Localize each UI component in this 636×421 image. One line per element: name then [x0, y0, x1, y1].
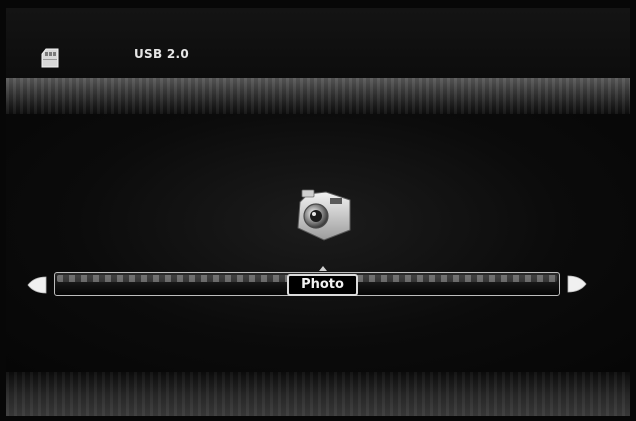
selection-caret [319, 266, 327, 271]
device-label: USB 2.0 [134, 47, 190, 61]
header-texture-band [6, 78, 630, 114]
top-bar: USB 2.0 [6, 8, 630, 80]
camera-icon[interactable] [290, 186, 356, 242]
footer-texture-band [6, 372, 630, 416]
usb-drive-icon [41, 48, 59, 68]
photo-category-button[interactable]: Photo [287, 274, 358, 296]
arrow-right-icon[interactable] [566, 275, 588, 293]
media-menu-screen: USB 2.0 Photo [0, 0, 636, 421]
content-area [6, 114, 630, 374]
arrow-left-icon[interactable] [26, 276, 48, 294]
